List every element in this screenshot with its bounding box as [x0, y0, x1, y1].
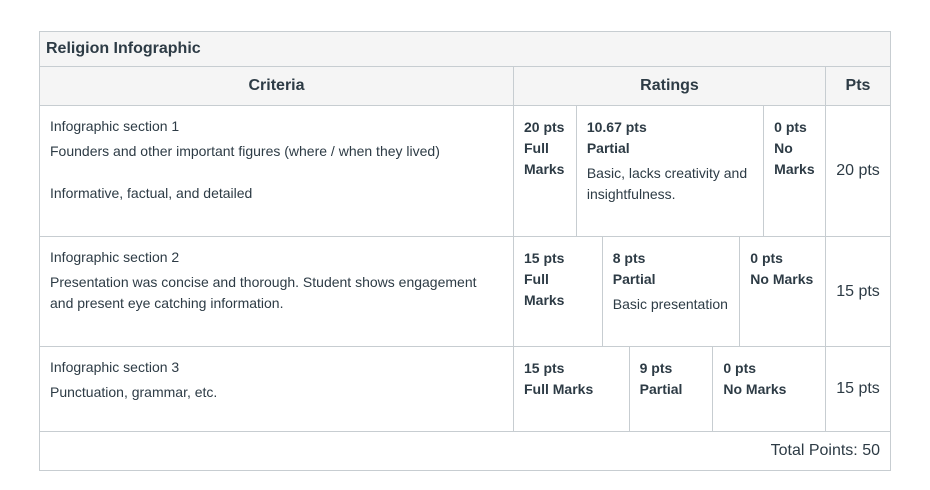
rubric-title: Religion Infographic: [40, 32, 890, 67]
total-points: Total Points: 50: [770, 442, 880, 459]
rating-label: Full Marks: [524, 381, 594, 397]
criterion-long-description: Punctuation, grammar, etc.: [50, 384, 218, 400]
ratings-cell: 15 pts Full Marks 9 pts Partial 0 pts No…: [514, 347, 826, 431]
criterion-cell: Infographic section 3 Punctuation, gramm…: [40, 347, 514, 431]
rating-description: Basic, lacks creativity and insightfulne…: [586, 165, 748, 202]
criterion-row: Infographic section 2 Presentation was c…: [40, 237, 890, 347]
rating-points: 9 pts: [639, 360, 673, 376]
rubric-header-row: Criteria Ratings Pts: [40, 67, 890, 106]
rating-points: 8 pts: [612, 250, 646, 266]
rating-label: Partial: [612, 271, 656, 287]
criterion-long-description: Presentation was concise and thorough. S…: [50, 274, 481, 311]
rating-partial: 10.67 pts Partial Basic, lacks creativit…: [577, 106, 765, 236]
ratings-cell: 20 pts Full Marks 10.67 pts Partial Basi…: [514, 106, 826, 236]
rating-points: 20 pts: [524, 119, 565, 135]
criterion-cell: Infographic section 2 Presentation was c…: [40, 237, 514, 346]
rating-full-marks: 20 pts Full Marks: [514, 106, 577, 236]
rating-label: No Marks: [774, 140, 815, 177]
rating-full-marks: 15 pts Full Marks: [514, 347, 630, 431]
rating-points: 0 pts: [750, 250, 783, 266]
criterion-points: 20 pts: [836, 162, 880, 179]
pts-header: Pts: [845, 77, 871, 94]
criterion-row: Infographic section 1 Founders and other…: [40, 106, 890, 237]
ratings-cell: 15 pts Full Marks 8 pts Partial Basic pr…: [514, 237, 826, 346]
rating-description: Basic presentation: [612, 296, 728, 312]
ratings-header: Ratings: [514, 67, 826, 105]
rating-label: No Marks: [723, 381, 787, 397]
criterion-row: Infographic section 3 Punctuation, gramm…: [40, 347, 890, 432]
rating-points: 0 pts: [774, 119, 807, 135]
criterion-description: Infographic section 2: [50, 249, 180, 265]
rating-label: Full Marks: [524, 271, 565, 308]
rating-label: No Marks: [750, 271, 814, 287]
rating-points: 15 pts: [524, 250, 565, 266]
rating-label: Full Marks: [524, 140, 565, 177]
rating-label: Partial: [586, 140, 630, 156]
rubric-table: Religion Infographic Criteria Ratings Pt…: [39, 31, 891, 471]
rating-partial: 8 pts Partial Basic presentation: [603, 237, 741, 346]
criterion-description: Infographic section 3: [50, 359, 180, 375]
rating-label: Partial: [639, 381, 683, 397]
criterion-points: 15 pts: [836, 282, 880, 300]
criteria-header: Criteria: [40, 67, 514, 105]
criterion-long-description: Founders and other important figures (wh…: [50, 143, 440, 201]
rating-no-marks: 0 pts No Marks: [713, 347, 825, 431]
rating-points: 10.67 pts: [586, 119, 647, 135]
rating-no-marks: 0 pts No Marks: [764, 106, 825, 236]
rating-points: 0 pts: [723, 360, 757, 376]
criterion-cell: Infographic section 1 Founders and other…: [40, 106, 514, 236]
rating-points: 15 pts: [524, 360, 565, 376]
criterion-description: Infographic section 1: [50, 118, 180, 134]
rating-partial: 9 pts Partial: [630, 347, 714, 431]
rating-no-marks: 0 pts No Marks: [740, 237, 825, 346]
rating-full-marks: 15 pts Full Marks: [514, 237, 603, 346]
criterion-points: 15 pts: [836, 380, 880, 397]
